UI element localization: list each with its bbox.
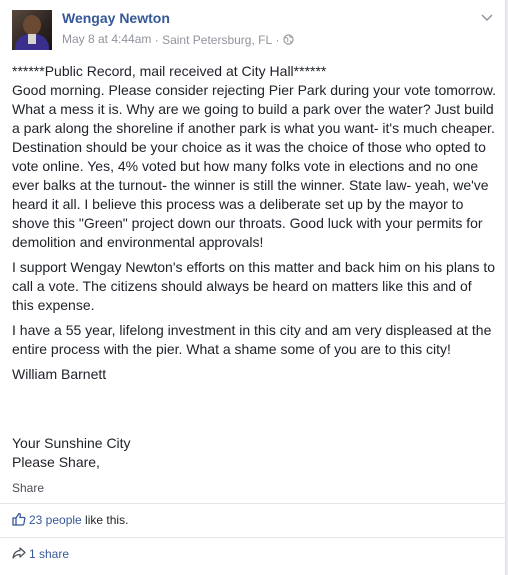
author-name[interactable]: Wengay Newton	[62, 10, 170, 26]
chevron-down-icon[interactable]	[480, 12, 494, 26]
post-closing: Your Sunshine City	[12, 435, 131, 451]
likes-suffix: like this.	[81, 513, 129, 527]
globe-icon[interactable]	[283, 33, 294, 47]
post-closing-share: Please Share,	[12, 454, 100, 470]
avatar-collar	[28, 34, 36, 44]
share-button[interactable]: Share	[12, 481, 44, 495]
shares-summary[interactable]: 1 share	[12, 546, 69, 561]
meta-separator-2: ·	[275, 32, 280, 47]
share-arrow-icon	[12, 546, 26, 560]
post-signature: William Barnett	[12, 366, 107, 382]
post-paragraph: Good morning. Please consider rejecting …	[12, 82, 497, 250]
post-timestamp[interactable]: May 8 at 4:44am	[62, 32, 151, 46]
avatar[interactable]	[12, 10, 52, 50]
likes-summary: 23 people like this.	[12, 512, 128, 527]
post-header: Wengay Newton May 8 at 4:44am · Saint Pe…	[12, 10, 496, 54]
post-paragraph: ******Public Record, mail received at Ci…	[12, 63, 327, 79]
divider	[0, 503, 506, 504]
post-paragraph: I have a 55 year, lifelong investment in…	[12, 322, 492, 357]
post-card: Wengay Newton May 8 at 4:44am · Saint Pe…	[0, 0, 506, 575]
blank-spacer	[12, 390, 496, 434]
post-body: ******Public Record, mail received at Ci…	[12, 62, 496, 472]
post-location[interactable]: Saint Petersburg, FL	[162, 33, 272, 47]
thumbs-up-icon	[12, 512, 26, 526]
avatar-face	[23, 15, 41, 35]
meta-separator: ·	[154, 32, 159, 47]
divider	[0, 537, 506, 538]
shares-count[interactable]: 1 share	[29, 547, 69, 561]
likes-count-link[interactable]: 23 people	[29, 513, 82, 527]
post-meta: May 8 at 4:44am · Saint Petersburg, FL ·	[62, 32, 294, 47]
post-paragraph: I support Wengay Newton's efforts on thi…	[12, 259, 496, 313]
